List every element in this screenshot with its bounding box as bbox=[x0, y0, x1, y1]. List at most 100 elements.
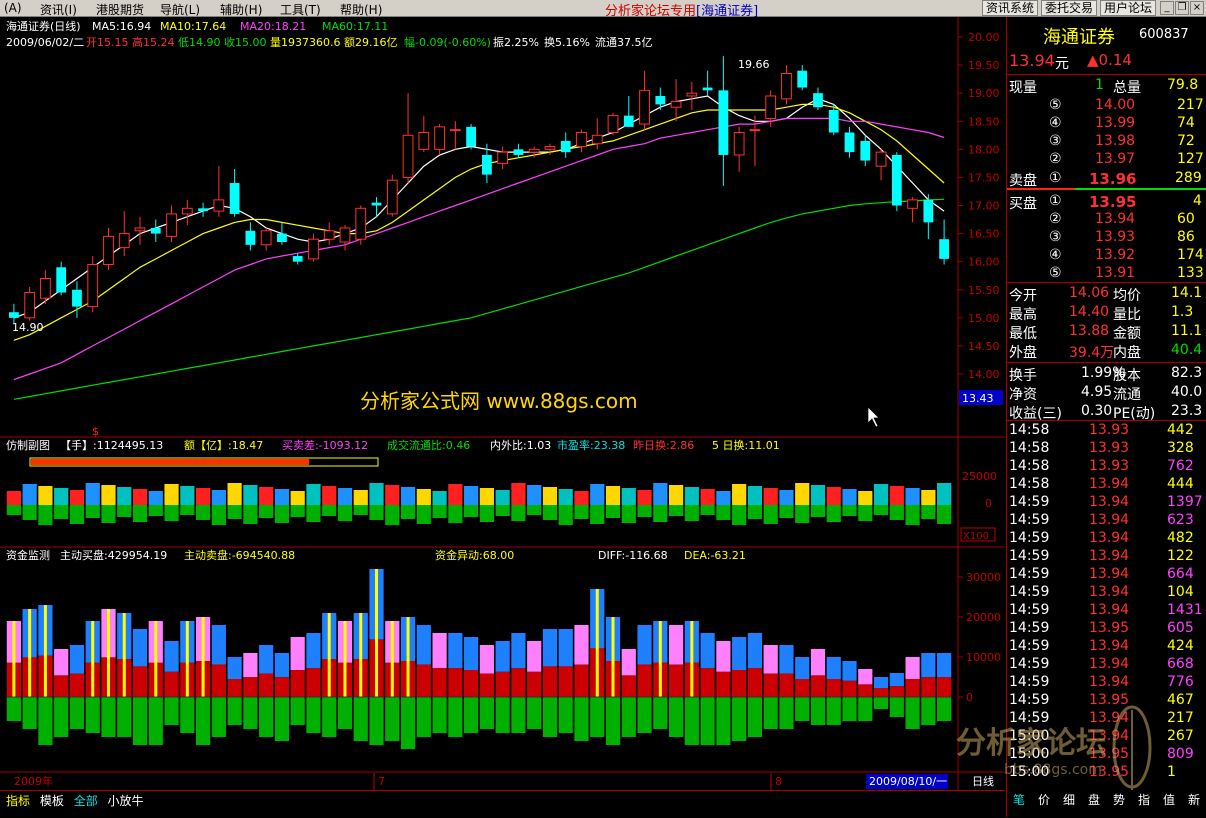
candle-body-up bbox=[24, 292, 36, 319]
candle-body-down bbox=[718, 90, 729, 155]
close-icon[interactable]: × bbox=[1190, 1, 1204, 15]
stat-value: 14.06 bbox=[1069, 285, 1110, 301]
ind2-fund-flow: 资金异动:68.00 bbox=[435, 548, 514, 562]
ind1-bar-up bbox=[274, 489, 290, 505]
ind2-bar-lower bbox=[795, 679, 810, 697]
quote-tab[interactable]: 值 bbox=[1163, 791, 1175, 808]
tick-price: 13.93 bbox=[1089, 422, 1130, 438]
restore-icon[interactable]: ❐ bbox=[1175, 1, 1189, 15]
menu-item-nav[interactable]: 导航(L) bbox=[160, 1, 200, 18]
ind1-bar-down bbox=[826, 505, 841, 522]
trade-button[interactable]: 委托交易 bbox=[1041, 0, 1098, 16]
tick-time: 14:59 bbox=[1009, 530, 1050, 546]
indicator1-bars bbox=[6, 483, 952, 525]
ind2-bar-upper bbox=[668, 625, 684, 665]
menu-item-help[interactable]: 帮助(H) bbox=[340, 1, 382, 18]
price-axis: 20.00 19.50 19.00 18.50 18.00 17.50 17.00 16.50… bbox=[958, 31, 1000, 381]
tick-volume: 623 bbox=[1167, 512, 1194, 528]
ind2-bar-lower bbox=[132, 666, 148, 697]
ask-row: ④ 13.99 74 bbox=[1007, 114, 1206, 132]
ind1-bar-down bbox=[164, 505, 179, 521]
ask-volume: 74 bbox=[1177, 115, 1195, 131]
ind1-bar-up bbox=[700, 489, 715, 505]
ind1-bar-down bbox=[38, 505, 53, 525]
period-label: 日线 bbox=[972, 774, 994, 788]
ind2-bar-upper bbox=[527, 641, 542, 672]
ind2-axis: 30000 20000 10000 0 bbox=[958, 571, 1001, 704]
ind1-bar-down bbox=[132, 505, 148, 522]
bid-volume: 133 bbox=[1177, 265, 1204, 281]
forum-button[interactable]: 用户论坛 bbox=[1100, 0, 1157, 16]
low-label: 14.90 bbox=[12, 321, 44, 334]
ind2-signal-line bbox=[343, 621, 347, 697]
ask-price: 13.98 bbox=[1095, 133, 1136, 149]
minimize-icon[interactable]: _ bbox=[1160, 1, 1174, 15]
tick-volume: 668 bbox=[1167, 656, 1194, 672]
ind2-bar-negative bbox=[54, 697, 69, 737]
ind2-bar-negative bbox=[416, 697, 431, 737]
ind1-bar-up bbox=[448, 484, 463, 505]
tab-all[interactable]: 全部 bbox=[74, 794, 98, 808]
quote-tab[interactable]: 细 bbox=[1063, 791, 1075, 808]
info-change: 幅-0.09(-0.60%) bbox=[404, 36, 491, 49]
menu-item-hk-futures[interactable]: 港股期货 bbox=[96, 1, 144, 18]
menu-item-a[interactable]: (A) bbox=[4, 1, 22, 15]
chart-svg[interactable]: 20.00 19.50 19.00 18.50 18.00 17.50 17.00 16.50… bbox=[0, 17, 1005, 790]
ind2-signal-line bbox=[201, 617, 205, 697]
ind1-bar-down bbox=[385, 505, 400, 525]
ind2-bar-upper bbox=[227, 657, 242, 679]
tab-xiaofangniu[interactable]: 小放牛 bbox=[108, 794, 144, 808]
ind2-bar-lower bbox=[54, 675, 69, 697]
ind2-bar-lower bbox=[574, 664, 589, 697]
quote-tab[interactable]: 势 bbox=[1113, 791, 1125, 808]
quote-tab[interactable]: 指 bbox=[1138, 791, 1150, 808]
quote-tab[interactable]: 价 bbox=[1038, 791, 1050, 808]
menu-item-aux[interactable]: 辅助(H) bbox=[220, 1, 262, 18]
info-system-button[interactable]: 资讯系统 bbox=[982, 0, 1039, 16]
ind2-bar-lower bbox=[542, 666, 558, 697]
stat-row: 换手 1.99% 股本 82.3 bbox=[1007, 364, 1206, 384]
tick-time: 14:59 bbox=[1009, 692, 1050, 708]
ind2-bar-upper bbox=[448, 633, 463, 669]
ind2-bar-lower bbox=[464, 670, 479, 697]
ind1-bar-up bbox=[464, 486, 479, 505]
menu-item-tools[interactable]: 工具(T) bbox=[280, 1, 321, 18]
ind2-bar-negative bbox=[306, 697, 321, 733]
ind2-bar-negative bbox=[621, 697, 636, 737]
ind2-bar-negative bbox=[22, 697, 37, 729]
ind2-tick-label: 10000 bbox=[966, 651, 1001, 664]
bid-price: 13.93 bbox=[1095, 229, 1136, 245]
candle-body-down bbox=[797, 70, 808, 88]
chart-area[interactable]: 20.00 19.50 19.00 18.50 18.00 17.50 17.00 16.50… bbox=[0, 17, 1005, 790]
quote-tab[interactable]: 新 bbox=[1188, 791, 1200, 808]
ind2-bar-lower bbox=[921, 677, 936, 697]
ind2-bar-negative bbox=[684, 697, 699, 745]
quote-tab[interactable]: 盘 bbox=[1088, 791, 1100, 808]
cursor-icon bbox=[867, 406, 880, 428]
ind2-bar-negative bbox=[274, 697, 290, 741]
ind1-bar-up bbox=[716, 491, 731, 505]
ind2-bar-upper bbox=[69, 645, 85, 674]
ind2-bar-upper bbox=[732, 637, 747, 670]
tab-template[interactable]: 模板 bbox=[40, 794, 64, 808]
ind2-bar-negative bbox=[290, 697, 305, 725]
stat-label: 均价 bbox=[1113, 288, 1141, 304]
candle-body-down bbox=[860, 140, 871, 161]
ind2-bar-lower bbox=[637, 664, 652, 697]
ind2-bar-negative bbox=[259, 697, 274, 737]
tick-time: 14:58 bbox=[1009, 458, 1050, 474]
bottom-bar: 指标 模板 全部 小放牛 bbox=[0, 790, 1005, 818]
ind2-signal-line bbox=[12, 621, 16, 697]
ind2-bar-upper bbox=[842, 661, 857, 681]
tick-row: 14:59 13.94 664 bbox=[1007, 565, 1206, 583]
menu-item-news[interactable]: 资讯(I) bbox=[40, 1, 77, 18]
quote-tab[interactable]: 笔 bbox=[1013, 791, 1025, 808]
ind2-bar-upper bbox=[274, 653, 290, 678]
ind1-bar-down bbox=[227, 505, 242, 519]
ind1-bar-up bbox=[574, 491, 589, 505]
ask1-price: 13.96 bbox=[1089, 170, 1137, 188]
ind1-bar-up bbox=[826, 487, 841, 505]
price-tick-label: 20.00 bbox=[968, 31, 1000, 44]
tab-indicator[interactable]: 指标 bbox=[6, 794, 30, 808]
ind2-bar-negative bbox=[211, 697, 226, 737]
